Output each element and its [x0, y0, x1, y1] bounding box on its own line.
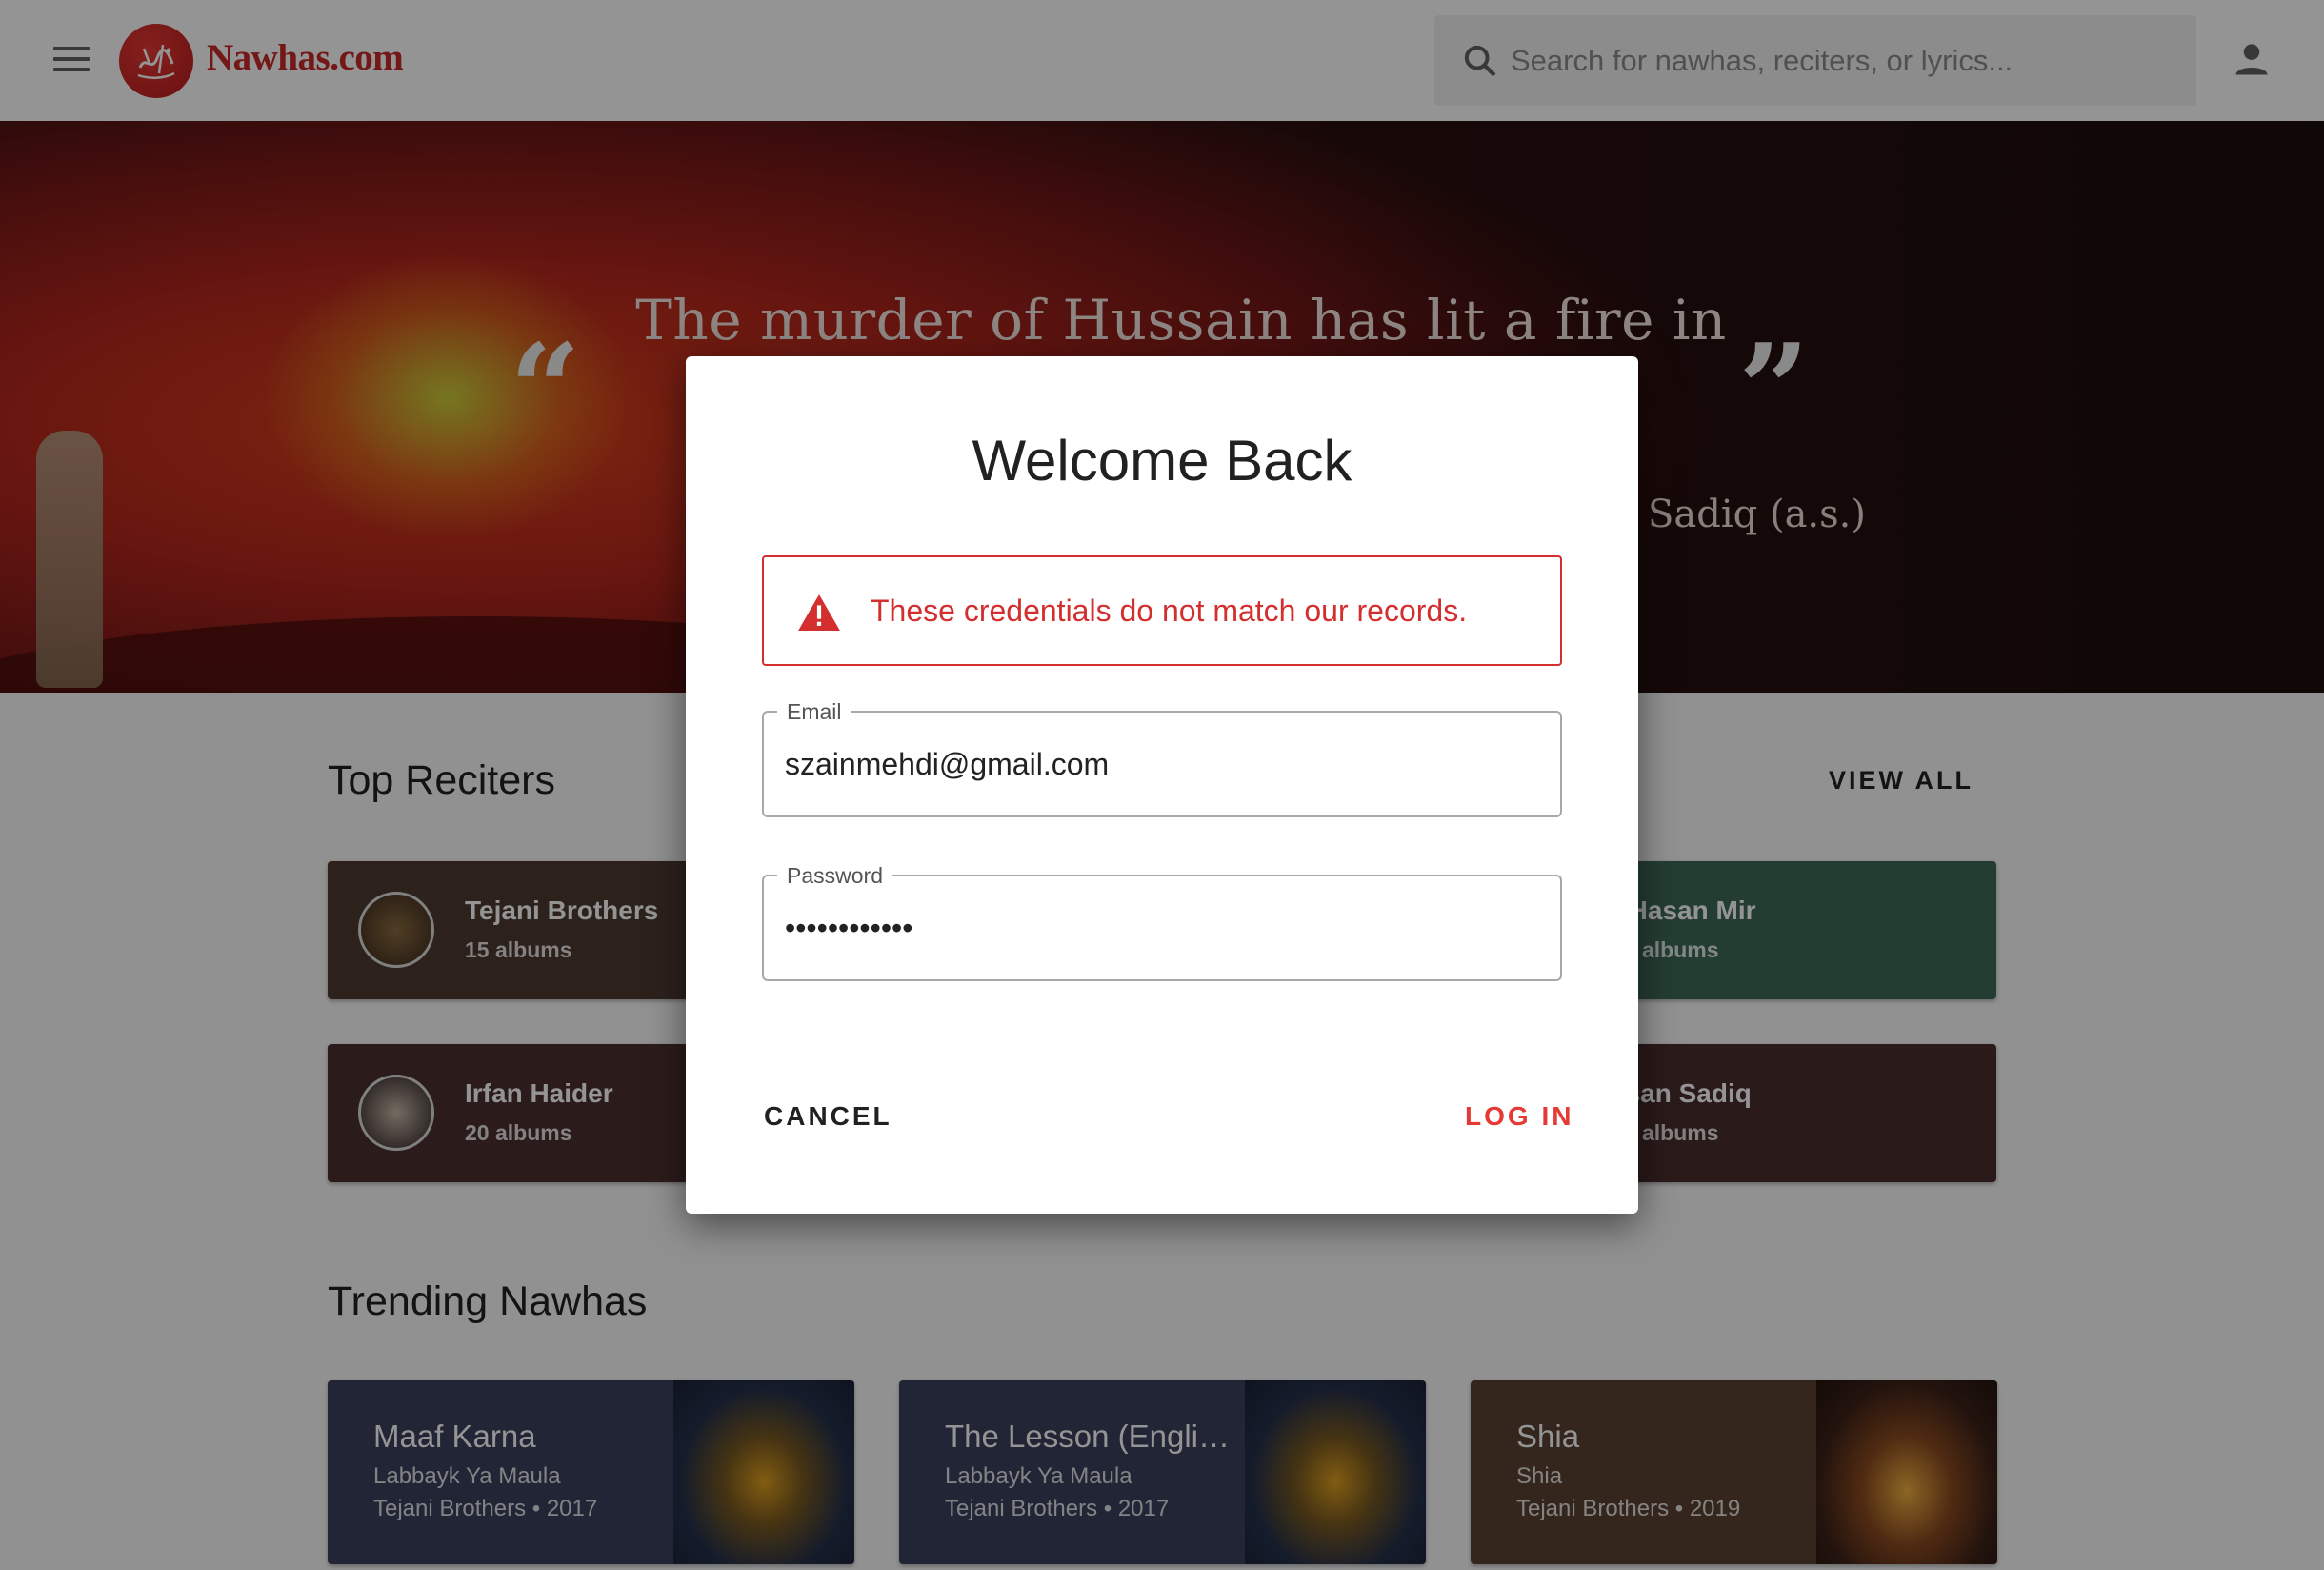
error-alert: These credentials do not match our recor…: [762, 555, 1562, 666]
email-input[interactable]: [785, 713, 1537, 815]
error-message: These credentials do not match our recor…: [871, 594, 1468, 628]
dialog-title: Welcome Back: [972, 429, 1352, 493]
password-field[interactable]: Password: [762, 863, 1562, 981]
login-button[interactable]: LOG IN: [1465, 1101, 1573, 1132]
warning-icon: [798, 594, 840, 632]
email-field[interactable]: Email: [762, 699, 1562, 817]
login-dialog: Welcome Back These credentials do not ma…: [686, 356, 1638, 1214]
cancel-button[interactable]: CANCEL: [764, 1101, 892, 1132]
password-input[interactable]: [785, 876, 1537, 979]
